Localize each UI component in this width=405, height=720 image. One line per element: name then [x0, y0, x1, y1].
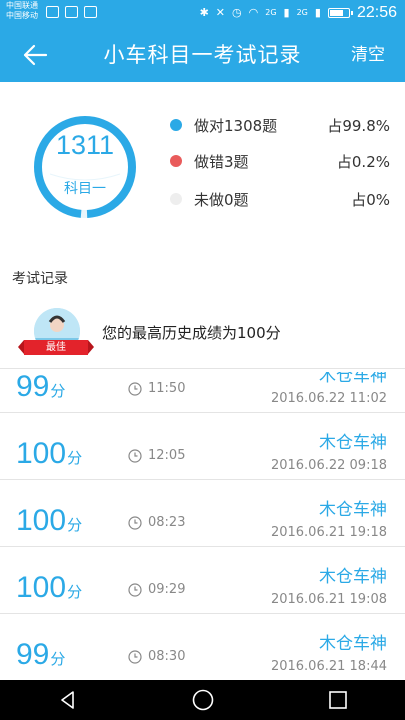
score-value: 99	[16, 372, 50, 403]
signal-icon-1: ▮	[283, 6, 290, 19]
carrier-1: 中国联通	[6, 1, 38, 10]
back-triangle-icon	[60, 691, 74, 709]
section-header: 考试记录	[0, 254, 405, 299]
wechat-icon	[46, 6, 59, 18]
record-duration: 12:05	[128, 448, 185, 463]
recents-square-icon	[328, 691, 347, 709]
notification-icons	[46, 6, 97, 18]
record-list[interactable]: 99分 11:50 木仓车神 2016.06.22 11:02 100分 12:…	[0, 372, 405, 680]
score-value: 100	[16, 504, 67, 537]
record-row[interactable]: 100分 08:23 木仓车神 2016.06.21 19:18	[0, 480, 405, 547]
score-value: 99	[16, 638, 50, 671]
legend-correct: 做对1308题 占99.8%	[170, 114, 390, 136]
wrong-dot	[170, 155, 182, 167]
page-title: 小车科目一考试记录	[103, 43, 302, 67]
legend-wrong: 做错3题 占0.2%	[170, 150, 390, 172]
record-score: 99分	[16, 638, 65, 672]
carrier-2: 中国移动	[6, 11, 38, 20]
wrong-label: 做错3题	[194, 153, 249, 171]
duration-value: 11:50	[148, 381, 186, 396]
nav-home-button[interactable]	[173, 680, 233, 720]
image-icon	[65, 6, 78, 18]
score-value: 100	[16, 437, 67, 470]
record-row[interactable]: 99分 08:30 木仓车神 2016.06.21 18:44	[0, 614, 405, 680]
wifi-icon: ◠	[248, 6, 259, 19]
record-date: 2016.06.22 11:02	[270, 391, 387, 406]
legend-unanswered: 未做0题 占0%	[170, 188, 390, 210]
record-name: 木仓车神	[319, 500, 387, 520]
clock-icon	[128, 582, 142, 597]
record-score: 100分	[16, 504, 82, 538]
clock-icon	[128, 649, 142, 664]
record-duration: 11:50	[128, 381, 185, 396]
wrong-percent: 占0.2%	[336, 153, 390, 171]
home-circle-icon	[192, 689, 213, 711]
navigation-bar	[0, 680, 405, 720]
best-score-banner: 最佳 您的最高历史成绩为100分	[0, 298, 405, 369]
record-name: 木仓车神	[319, 567, 387, 587]
alarm-icon: ◷	[232, 6, 242, 19]
summary-panel: 1311 科目一 做对1308题 占99.8% 做错3题 占0.2% 未做0题 …	[0, 82, 405, 254]
score-unit: 分	[50, 382, 66, 400]
record-date: 2016.06.21 18:44	[270, 659, 387, 674]
record-name: 木仓车神	[319, 433, 387, 453]
duration-value: 08:23	[148, 515, 186, 530]
record-row[interactable]: 100分 09:29 木仓车神 2016.06.21 19:08	[0, 547, 405, 614]
carrier-info: 中国联通 中国移动	[6, 1, 38, 21]
score-unit: 分	[50, 650, 66, 668]
unanswered-percent: 占0%	[351, 191, 390, 209]
title-bar: 小车科目一考试记录 清空	[0, 28, 405, 82]
correct-dot	[170, 119, 182, 131]
clear-button[interactable]: 清空	[351, 28, 385, 82]
nav-recents-button[interactable]	[308, 680, 368, 720]
record-duration: 08:23	[128, 515, 185, 530]
score-unit: 分	[67, 449, 83, 467]
correct-percent: 占99.8%	[327, 117, 390, 135]
record-date: 2016.06.21 19:08	[270, 592, 387, 607]
clock-icon	[128, 448, 142, 463]
nav-back-button[interactable]	[38, 680, 98, 720]
clock-icon	[128, 515, 142, 530]
signal-icon-2: ▮	[314, 6, 321, 19]
record-score: 100分	[16, 437, 82, 471]
subject-label: 科目一	[64, 181, 106, 197]
record-duration: 08:30	[128, 649, 185, 664]
record-score: 99分	[16, 372, 65, 404]
best-score-text: 您的最高历史成绩为100分	[102, 324, 281, 342]
best-badge: 最佳	[18, 340, 94, 355]
score-value: 100	[16, 571, 67, 604]
record-score: 100分	[16, 571, 82, 605]
duration-value: 08:30	[148, 649, 186, 664]
unanswered-dot	[170, 193, 182, 205]
score-unit: 分	[67, 516, 83, 534]
record-date: 2016.06.21 19:18	[270, 525, 387, 540]
record-row[interactable]: 100分 12:05 木仓车神 2016.06.22 09:18	[0, 413, 405, 480]
clock-icon	[128, 381, 142, 396]
total-count: 1311	[55, 130, 115, 160]
record-row[interactable]: 99分 11:50 木仓车神 2016.06.22 11:02	[0, 372, 405, 413]
correct-label: 做对1308题	[194, 117, 278, 135]
vibrate-icon: ✕	[215, 6, 226, 19]
record-name: 木仓车神	[319, 372, 387, 386]
app-notification-icon	[84, 6, 97, 18]
score-unit: 分	[67, 583, 83, 601]
status-bar: 中国联通 中国移动 ✱ ✕ ◷ ◠ 2G ▮ 2G ▮ 22:56	[0, 0, 405, 28]
record-duration: 09:29	[128, 582, 185, 597]
status-time: 22:56	[356, 4, 397, 21]
record-date: 2016.06.22 09:18	[270, 458, 387, 473]
duration-value: 09:29	[148, 582, 186, 597]
section-title: 考试记录	[12, 271, 68, 287]
signal-label-1: 2G	[265, 8, 277, 17]
battery-icon	[327, 8, 353, 18]
record-name: 木仓车神	[319, 634, 387, 654]
duration-value: 12:05	[148, 448, 186, 463]
bluetooth-icon: ✱	[199, 6, 209, 19]
unanswered-label: 未做0题	[194, 191, 249, 209]
status-icons: ✱ ✕ ◷ ◠ 2G ▮ 2G ▮ 22:56	[200, 4, 397, 22]
signal-label-2: 2G	[296, 8, 308, 17]
